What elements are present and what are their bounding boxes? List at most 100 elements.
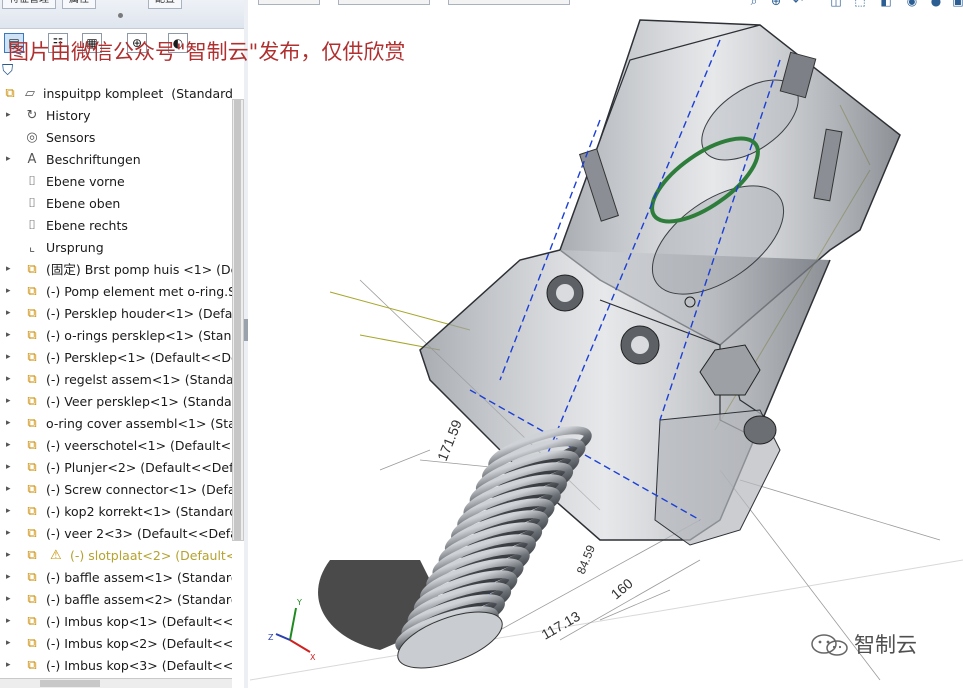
tree-item[interactable]: ▸ ⧉ (-) Imbus kop<3> (Default<<D [0, 655, 232, 677]
appearance-icon[interactable]: ● [928, 0, 944, 8]
dimension-label[interactable]: 160 [608, 575, 636, 602]
tree-item[interactable]: ▸ ⧉ (-) Pomp element met o-ring.SL [0, 281, 232, 303]
tree-item[interactable]: ▸ ⧉ (-) veer 2<3> (Default<<Defaul [0, 523, 232, 545]
expand-arrow-icon[interactable]: ▸ [6, 307, 14, 319]
zoom-to-fit-icon[interactable]: ⌕ [746, 0, 762, 8]
dimension-label[interactable]: 171.59 [434, 417, 465, 463]
view-orientation-icon[interactable]: ⬚ [852, 0, 868, 8]
expand-arrow-icon[interactable]: ▸ [6, 461, 14, 473]
tree-item-label: o-ring cover assembl<1> (Stan [46, 416, 232, 431]
tree-item[interactable]: ⌷ Ebene oben [0, 193, 232, 215]
assembly-icon: ⧉ [27, 504, 37, 519]
expand-arrow-icon[interactable]: ▸ [6, 571, 14, 583]
tab-configuration-manager[interactable]: 配置 [148, 0, 182, 9]
expand-arrow-icon[interactable]: ▸ [6, 329, 14, 341]
expand-arrow-icon[interactable]: ▸ [6, 615, 14, 627]
panel-split-handle[interactable] [118, 13, 123, 18]
tree-item[interactable]: ▸ ⧉ (-) Persklep houder<1> (Defaul [0, 303, 232, 325]
tree-item-label: (-) slotplaat<2> (Default<< [70, 548, 232, 563]
assembly-icon: ⧉ [27, 614, 37, 629]
tree-item[interactable]: ▸ ⧉ (-) veerschotel<1> (Default<<D [0, 435, 232, 457]
dimension-label[interactable]: 117.13 [539, 608, 583, 643]
hide-show-icon[interactable]: ◉ [904, 0, 920, 8]
tree-item[interactable]: ▸ ⧉ (-) Imbus kop<1> (Default<<De [0, 611, 232, 633]
document-icon: ▱ [25, 86, 35, 101]
tree-item[interactable]: ▸ ⧉ (-) Plunjer<2> (Default<<Defau [0, 457, 232, 479]
tree-item[interactable]: ▸ ⧉ o-ring cover assembl<1> (Stan [0, 413, 232, 435]
scroll-thumb[interactable] [234, 100, 241, 540]
tree-item[interactable]: ▸ ⧉ (-) Imbus kop<2> (Default<<De [0, 633, 232, 655]
expand-arrow-icon[interactable]: ▸ [6, 395, 14, 407]
plane-icon: ⌷ [28, 218, 36, 233]
expand-arrow-icon[interactable]: ▸ [6, 153, 14, 165]
document-tab[interactable] [338, 0, 430, 5]
tree-item[interactable]: ▸ ⧉ (-) regelst assem<1> (Standard [0, 369, 232, 391]
tree-item-label: (-) regelst assem<1> (Standard [46, 372, 232, 387]
view-triad: X Y Z [268, 598, 316, 662]
expand-arrow-icon[interactable]: ▸ [6, 637, 14, 649]
previous-view-icon[interactable]: ↶ [790, 0, 806, 8]
tree-item[interactable]: ▸ ⧉ ⚠ (-) slotplaat<2> (Default<< [0, 545, 232, 567]
expand-arrow-icon[interactable]: ▸ [6, 351, 14, 363]
expand-arrow-icon[interactable]: ▸ [6, 527, 14, 539]
wechat-icon [811, 634, 848, 656]
tree-item[interactable]: ⌷ Ebene rechts [0, 215, 232, 237]
tree-item-label: (-) Plunjer<2> (Default<<Defau [46, 460, 232, 475]
document-tab[interactable] [448, 0, 570, 5]
assembly-icon: ⧉ [27, 394, 37, 409]
expand-arrow-icon[interactable]: ▸ [6, 549, 14, 561]
display-style-icon[interactable]: ◧ [878, 0, 894, 8]
expand-arrow-icon[interactable]: ▸ [6, 505, 14, 517]
tree-item[interactable]: ▸ ⧉ (-) kop2 korrekt<1> (Standard [0, 501, 232, 523]
tab-feature-manager[interactable]: 特征管理 [2, 0, 56, 9]
tree-item[interactable]: ◎ Sensors [0, 127, 232, 149]
section-view-icon[interactable]: ◫ [828, 0, 844, 8]
model-viewport[interactable]: 171.59 84.59 160 117.13 X Y Z [248, 0, 963, 688]
tree-item-label: (-) Persklep houder<1> (Defaul [46, 306, 232, 321]
tree-item-label: Beschriftungen [46, 152, 141, 167]
dimension-label[interactable]: 84.59 [574, 543, 598, 576]
expand-arrow-icon[interactable]: ▸ [6, 109, 14, 121]
origin-icon: ⌞ [28, 240, 36, 255]
assembly-icon: ⧉ [27, 526, 37, 541]
expand-arrow-icon[interactable]: ▸ [6, 285, 14, 297]
tree-item-label: (-) Imbus kop<2> (Default<<De [46, 636, 232, 651]
assembly-icon: ⧉ [27, 438, 37, 453]
zoom-area-icon[interactable]: ⊕ [768, 0, 784, 8]
expand-arrow-icon[interactable]: ▸ [6, 593, 14, 605]
expand-arrow-icon[interactable]: ▸ [6, 439, 14, 451]
graphics-area[interactable]: 171.59 84.59 160 117.13 X Y Z [248, 0, 963, 688]
tree-item[interactable]: ▸ ⧉ (-) Veer persklep<1> (Standard [0, 391, 232, 413]
expand-arrow-icon[interactable]: ▸ [6, 483, 14, 495]
document-tab[interactable] [258, 0, 320, 5]
scroll-thumb[interactable] [40, 680, 100, 687]
sensor-icon: ◎ [26, 130, 38, 145]
tree-item-label: Ursprung [46, 240, 104, 255]
expand-arrow-icon[interactable]: ▸ [6, 263, 14, 275]
tree-item[interactable]: ▸ ↻ History [0, 105, 232, 127]
tree-item[interactable]: ⌷ Ebene vorne [0, 171, 232, 193]
tree-item[interactable]: ▸ ⧉ (-) baffle assem<1> (Standard< [0, 567, 232, 589]
expand-arrow-icon[interactable]: ▸ [6, 373, 14, 385]
tab-property-manager[interactable]: 属性 [62, 0, 96, 9]
tree-item[interactable]: ▸ ⧉ (-) o-rings persklep<1> (Standa [0, 325, 232, 347]
heads-up-view-toolbar: ⌕ ⊕ ↶ ◫ ⬚ ◧ ◉ ● ▣ [742, 0, 963, 12]
tree-item[interactable]: ▸ ⧉ (-) baffle assem<2> (Standard< [0, 589, 232, 611]
tree-item-label: (-) Veer persklep<1> (Standard [46, 394, 232, 409]
expand-arrow-icon[interactable]: ▸ [6, 659, 14, 671]
horizontal-scrollbar[interactable] [0, 678, 232, 688]
vertical-scrollbar[interactable] [232, 99, 244, 541]
tree-item[interactable]: ⌞ Ursprung [0, 237, 232, 259]
triad-z-label: Z [268, 633, 274, 642]
expand-arrow-icon[interactable]: ▸ [6, 417, 14, 429]
scene-icon[interactable]: ▣ [950, 0, 963, 8]
root-label: inspuitpp kompleet (Standard< [43, 86, 232, 101]
tree-item[interactable]: ▸ ⧉ (固定) Brst pomp huis <1> (Def [0, 259, 232, 281]
annotation-icon: A [27, 152, 37, 167]
feature-manager-panel: 特征管理 属性 配置 ▤ ☷ ▦ ⊕ ◐ ⛉ ⧉ ▱ inspuitpp kom… [0, 0, 245, 688]
tree-item[interactable]: ▸ ⧉ (-) Screw connector<1> (Defaul [0, 479, 232, 501]
tree-root[interactable]: ⧉ ▱ inspuitpp kompleet (Standard< [0, 83, 232, 105]
tree-item[interactable]: ▸ A Beschriftungen [0, 149, 232, 171]
tree-item-label: (-) baffle assem<2> (Standard< [46, 592, 232, 607]
tree-item[interactable]: ▸ ⧉ (-) Persklep<1> (Default<<Defa [0, 347, 232, 369]
